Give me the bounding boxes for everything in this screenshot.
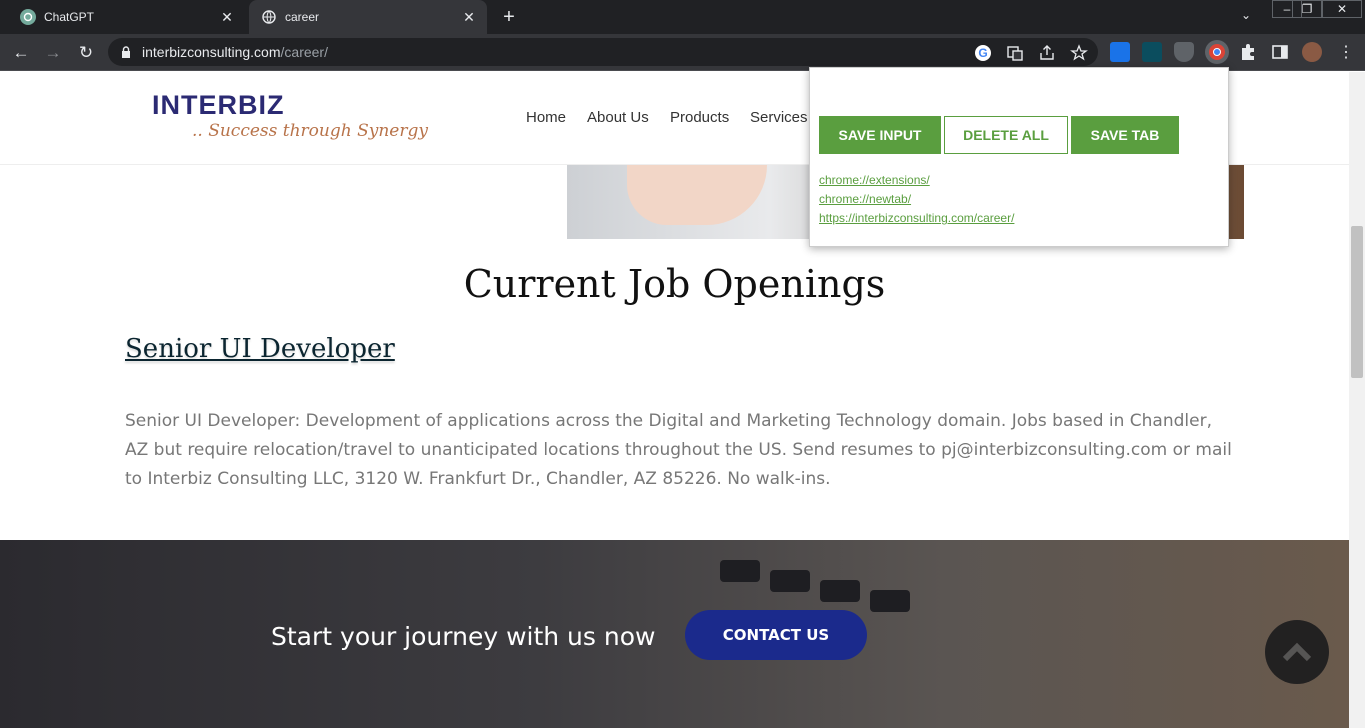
- tab-title: career: [285, 10, 320, 24]
- hand-image-detail: [627, 165, 767, 225]
- scroll-to-top-button[interactable]: [1265, 620, 1329, 684]
- page-scrollbar[interactable]: [1349, 72, 1365, 728]
- nav-services[interactable]: Services: [750, 109, 808, 126]
- side-panel-icon[interactable]: [1270, 42, 1290, 62]
- chevron-up-icon: [1282, 642, 1312, 662]
- chrome-extension-icon[interactable]: [1205, 40, 1229, 64]
- keyboard-key: [770, 570, 810, 592]
- avatar[interactable]: [1302, 42, 1322, 62]
- url-text: interbizconsulting.com/career/: [142, 44, 328, 60]
- restore-button[interactable]: ❐: [1292, 0, 1322, 18]
- forward-button[interactable]: →: [41, 41, 65, 65]
- contact-us-button[interactable]: CONTACT US: [685, 610, 867, 660]
- save-input-button[interactable]: SAVE INPUT: [819, 116, 941, 154]
- new-tab-button[interactable]: +: [498, 6, 520, 28]
- logo[interactable]: INTERBIZ: [152, 90, 285, 121]
- globe-icon: [261, 9, 277, 25]
- logo-tagline: .. Success through Synergy: [192, 121, 428, 141]
- puzzle-icon[interactable]: [1238, 42, 1258, 62]
- scrollbar-thumb[interactable]: [1351, 226, 1363, 378]
- browser-toolbar: ← → ↻ interbizconsulting.com/career/ G ⋮: [0, 34, 1365, 71]
- translate-icon[interactable]: [1006, 44, 1024, 62]
- reload-button[interactable]: ↻: [74, 41, 98, 65]
- tab-title: ChatGPT: [44, 10, 95, 24]
- google-icon[interactable]: G: [974, 44, 992, 62]
- close-icon[interactable]: ✕: [217, 7, 237, 27]
- keyboard-key: [720, 560, 760, 582]
- job-title-link[interactable]: Senior UI Developer: [125, 334, 395, 364]
- nav-products[interactable]: Products: [670, 109, 729, 126]
- address-bar[interactable]: interbizconsulting.com/career/ G: [108, 38, 1098, 66]
- extension-popup: SAVE INPUT DELETE ALL SAVE TAB chrome://…: [809, 67, 1229, 247]
- chevron-down-icon[interactable]: ⌄: [1236, 8, 1256, 26]
- close-icon[interactable]: ✕: [459, 7, 479, 27]
- footer-cta-band: Start your journey with us now CONTACT U…: [0, 540, 1349, 728]
- more-menu-icon[interactable]: ⋮: [1336, 42, 1356, 62]
- keyboard-key: [820, 580, 860, 602]
- delete-all-button[interactable]: DELETE ALL: [944, 116, 1068, 154]
- extension-icon[interactable]: [1142, 42, 1162, 62]
- job-description: Senior UI Developer: Development of appl…: [125, 411, 1232, 489]
- svg-text:G: G: [978, 46, 987, 60]
- extension-icon[interactable]: [1110, 42, 1130, 62]
- tab-strip: ChatGPT ✕ career ✕ + ⌄ ‒ ❐ ✕: [0, 0, 1365, 34]
- shield-icon[interactable]: [1174, 42, 1194, 62]
- tab-career[interactable]: career ✕: [249, 0, 487, 34]
- saved-link[interactable]: https://interbizconsulting.com/career/: [819, 211, 1014, 225]
- nav-about-us[interactable]: About Us: [587, 109, 649, 126]
- close-window-button[interactable]: ✕: [1322, 0, 1362, 18]
- lock-icon: [122, 46, 130, 58]
- tab-chatgpt[interactable]: ChatGPT ✕: [8, 0, 245, 34]
- star-icon[interactable]: [1070, 44, 1088, 62]
- keyboard-key: [870, 590, 910, 612]
- save-tab-button[interactable]: SAVE TAB: [1071, 116, 1179, 154]
- saved-link[interactable]: chrome://extensions/: [819, 173, 930, 187]
- saved-link[interactable]: chrome://newtab/: [819, 192, 911, 206]
- cta-text: Start your journey with us now: [271, 622, 656, 651]
- chatgpt-icon: [20, 9, 36, 25]
- page-title: Current Job Openings: [463, 262, 886, 306]
- back-button[interactable]: ←: [9, 41, 33, 65]
- share-icon[interactable]: [1038, 44, 1056, 62]
- nav-home[interactable]: Home: [526, 109, 566, 126]
